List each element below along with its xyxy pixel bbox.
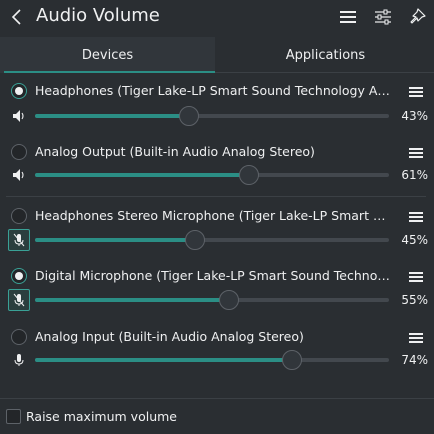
raise-max-volume-label[interactable]: Raise maximum volume	[26, 409, 177, 424]
sliders-icon	[375, 9, 391, 25]
chevron-left-icon	[11, 9, 21, 25]
slider-handle[interactable]	[282, 350, 303, 370]
device-row: Analog Output (Built-in Audio Analog Ste…	[0, 141, 434, 201]
hamburger-icon	[340, 11, 356, 23]
mute-button[interactable]	[9, 106, 29, 126]
volume-percent: 61%	[401, 168, 428, 182]
microphone-muted-icon	[13, 233, 25, 247]
microphone-icon	[14, 354, 24, 366]
mute-button[interactable]	[8, 229, 30, 251]
device-menu-button[interactable]	[406, 268, 426, 286]
device-name: Analog Output (Built-in Audio Analog Ste…	[35, 144, 315, 159]
hamburger-icon	[409, 333, 423, 343]
slider-handle[interactable]	[178, 106, 199, 126]
volume-slider[interactable]	[35, 230, 389, 250]
page-title: Audio Volume	[36, 5, 160, 26]
device-name: Digital Microphone (Tiger Lake-LP Smart …	[35, 268, 393, 283]
header: Audio Volume	[0, 0, 434, 36]
volume-percent: 43%	[401, 109, 428, 123]
speaker-icon	[13, 110, 24, 122]
hamburger-icon	[409, 148, 423, 158]
device-row: Headphones Stereo Microphone (Tiger Lake…	[0, 206, 434, 266]
device-menu-button[interactable]	[406, 144, 426, 162]
tab-bar: Devices Applications	[0, 37, 434, 73]
volume-percent: 74%	[401, 353, 428, 367]
volume-slider[interactable]	[35, 290, 389, 310]
default-device-radio[interactable]	[11, 144, 27, 160]
back-button[interactable]	[6, 5, 28, 29]
device-row: Headphones (Tiger Lake-LP Smart Sound Te…	[0, 80, 434, 140]
default-device-radio[interactable]	[11, 83, 27, 99]
volume-slider[interactable]	[35, 106, 389, 126]
device-menu-button[interactable]	[406, 329, 426, 347]
configure-button[interactable]	[371, 6, 395, 28]
speaker-icon	[13, 169, 24, 181]
slider-handle[interactable]	[218, 290, 239, 310]
device-row: Digital Microphone (Tiger Lake-LP Smart …	[0, 266, 434, 326]
default-device-radio[interactable]	[11, 208, 27, 224]
default-device-radio[interactable]	[11, 329, 27, 345]
section-divider	[6, 196, 426, 197]
device-name: Headphones Stereo Microphone (Tiger Lake…	[35, 208, 393, 223]
device-row: Analog Input (Built-in Audio Analog Ster…	[0, 327, 434, 387]
tab-label: Devices	[81, 47, 134, 63]
volume-percent: 55%	[401, 293, 428, 307]
volume-slider[interactable]	[35, 165, 389, 185]
hamburger-icon	[409, 87, 423, 97]
volume-percent: 45%	[401, 233, 428, 247]
mute-button[interactable]	[9, 350, 29, 370]
footer: Raise maximum volume	[0, 398, 434, 434]
mute-button[interactable]	[8, 289, 30, 311]
device-menu-button[interactable]	[406, 208, 426, 226]
device-name: Headphones (Tiger Lake-LP Smart Sound Te…	[35, 83, 393, 98]
device-name: Analog Input (Built-in Audio Analog Ster…	[35, 329, 304, 344]
raise-max-volume-checkbox[interactable]	[6, 409, 21, 424]
pin-icon	[410, 8, 426, 24]
microphone-muted-icon	[13, 293, 25, 307]
slider-handle[interactable]	[185, 230, 206, 250]
hamburger-icon	[409, 212, 423, 222]
tab-label: Applications	[285, 47, 366, 63]
slider-handle[interactable]	[238, 165, 259, 185]
volume-slider[interactable]	[35, 350, 389, 370]
menu-button[interactable]	[336, 6, 360, 28]
tab-applications[interactable]: Applications	[217, 37, 434, 73]
mute-button[interactable]	[9, 165, 29, 185]
device-menu-button[interactable]	[406, 83, 426, 101]
pin-button[interactable]	[405, 6, 429, 28]
hamburger-icon	[409, 272, 423, 282]
tab-devices[interactable]: Devices	[0, 37, 215, 73]
default-device-radio[interactable]	[11, 268, 27, 284]
